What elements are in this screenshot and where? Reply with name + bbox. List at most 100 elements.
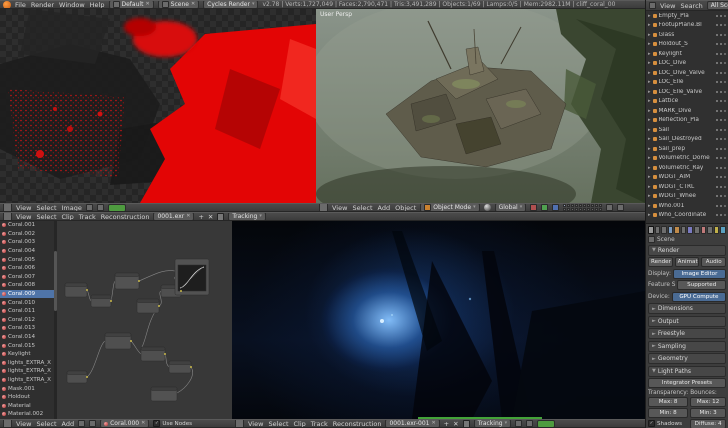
tab-texture-icon[interactable]: [707, 226, 713, 234]
tab-physics-icon[interactable]: [720, 226, 726, 234]
material-list-item[interactable]: Coral.009: [0, 290, 54, 299]
material-list-item[interactable]: Coral.013: [0, 324, 54, 333]
lock-icon[interactable]: [217, 213, 224, 221]
outliner-item[interactable]: ▸ Who.001: [646, 201, 728, 211]
image-browse-icon[interactable]: [97, 204, 104, 211]
menu-item[interactable]: Select: [36, 420, 56, 428]
visibility-toggles[interactable]: [716, 205, 718, 207]
visibility-toggles[interactable]: [716, 167, 718, 169]
manipulator-rotate-icon[interactable]: [541, 204, 548, 211]
shader-tree-icon[interactable]: [78, 420, 85, 427]
tab-particles-icon[interactable]: [714, 226, 720, 234]
outliner-item[interactable]: ▸ Reflection_Pla: [646, 116, 728, 126]
disclosure-triangle-icon[interactable]: ▸: [648, 174, 651, 180]
material-list-item[interactable]: lights_EXTRA_X: [0, 359, 54, 368]
render-slot-indicator[interactable]: [108, 204, 126, 212]
clip-mode-selector[interactable]: Tracking▾: [474, 419, 512, 428]
visibility-toggles[interactable]: [716, 110, 718, 112]
visibility-toggles[interactable]: [716, 34, 718, 36]
compositing-tree-icon[interactable]: [89, 420, 96, 427]
editor-type-icon[interactable]: [3, 212, 12, 221]
image-pin-icon[interactable]: [86, 204, 93, 211]
bounces-max-field[interactable]: Max: 12: [690, 397, 726, 407]
properties-section-header[interactable]: ► Freestyle: [648, 328, 726, 339]
disclosure-triangle-icon[interactable]: ▸: [648, 13, 651, 19]
material-list-item[interactable]: Coral.006: [0, 264, 54, 273]
editor-type-icon[interactable]: [3, 203, 12, 212]
editor-type-icon[interactable]: [3, 419, 12, 428]
outliner-item[interactable]: ▸ Sail: [646, 125, 728, 135]
material-list-item[interactable]: Coral.003: [0, 238, 54, 247]
transparency-max-field[interactable]: Max: 8: [648, 397, 688, 407]
disclosure-triangle-icon[interactable]: ▸: [648, 212, 651, 218]
material-list-item[interactable]: Coral.001: [0, 221, 54, 230]
manipulator-translate-icon[interactable]: [530, 204, 537, 211]
visibility-toggles[interactable]: [716, 81, 718, 83]
editor-type-icon[interactable]: [319, 203, 328, 212]
menu-item[interactable]: View: [16, 204, 31, 212]
visibility-toggles[interactable]: [716, 148, 718, 150]
orientation-selector[interactable]: Global▾: [495, 203, 527, 212]
visibility-toggles[interactable]: [716, 195, 718, 197]
properties-section-header[interactable]: ► Dimensions: [648, 303, 726, 314]
menu-item[interactable]: Object: [395, 204, 416, 212]
material-list-item[interactable]: Keylight: [0, 350, 54, 359]
material-list-item[interactable]: Mask.001: [0, 384, 54, 393]
visibility-toggles[interactable]: [716, 15, 718, 17]
material-list-item[interactable]: Material: [0, 401, 54, 410]
outliner-item[interactable]: ▸ Volumetric_Dome: [646, 154, 728, 164]
visibility-toggles[interactable]: [716, 62, 718, 64]
disclosure-triangle-icon[interactable]: ▸: [648, 79, 651, 85]
engine-selector[interactable]: Cycles Render▾: [203, 0, 258, 9]
outliner-item[interactable]: ▸ WDGT_CTRL: [646, 182, 728, 192]
disclosure-triangle-icon[interactable]: ▸: [648, 155, 651, 161]
shadows-checkbox[interactable]: ✓ Shadows: [648, 419, 688, 428]
scene-selector[interactable]: Scene✕: [158, 0, 200, 9]
render-camera-icon[interactable]: [617, 204, 624, 211]
material-list-item[interactable]: Coral.014: [0, 333, 54, 342]
outliner-item[interactable]: ▸ Holdout_S: [646, 40, 728, 50]
layout-selector[interactable]: Default✕: [109, 0, 154, 9]
clip-name-chip[interactable]: 0001.exr-001✕: [385, 419, 439, 428]
tab-data-icon[interactable]: [694, 226, 700, 234]
render-action-button[interactable]: Audio: [701, 257, 726, 267]
track-tool-icon[interactable]: [515, 420, 522, 427]
material-list-item[interactable]: lights_EXTRA_X: [0, 376, 54, 385]
add-clip-icon[interactable]: +: [444, 420, 449, 428]
menu-item[interactable]: Search: [680, 2, 702, 10]
menu-item[interactable]: View: [660, 2, 675, 10]
feature-set-select[interactable]: Supported: [677, 280, 726, 290]
shading-mode-icon[interactable]: [484, 204, 491, 211]
editor-type-icon[interactable]: [649, 2, 656, 9]
menu-item[interactable]: Select: [36, 204, 56, 212]
add-clip-icon[interactable]: +: [198, 213, 203, 221]
visibility-toggles[interactable]: [716, 119, 718, 121]
material-list-item[interactable]: Material.002: [0, 410, 54, 419]
properties-region[interactable]: Scene ▼Render RenderAnimationAudio Displ…: [645, 223, 728, 428]
node-editor-region[interactable]: Coral.001 Coral.002 Coral.003 Coral.004 …: [0, 221, 232, 419]
tab-render-layers-icon[interactable]: [655, 226, 661, 234]
active-material-selector[interactable]: Coral.000✕: [100, 419, 149, 428]
unlink-clip-icon[interactable]: ✕: [208, 213, 213, 221]
viewport-scene[interactable]: [316, 9, 645, 203]
menu-item[interactable]: Select: [268, 420, 288, 428]
outliner-item[interactable]: ▸ Glass: [646, 30, 728, 40]
transparency-min-field[interactable]: Min: 8: [648, 408, 688, 418]
properties-section-header[interactable]: ► Output: [648, 316, 726, 327]
marker-display-icon[interactable]: [526, 420, 533, 427]
visibility-toggles[interactable]: [716, 100, 718, 102]
visibility-toggles[interactable]: [716, 72, 718, 74]
outliner-item[interactable]: ▸ LOC_Elle_Valve: [646, 87, 728, 97]
menu-item[interactable]: Track: [79, 213, 96, 221]
disclosure-triangle-icon[interactable]: ▸: [648, 108, 651, 114]
manipulator-scale-icon[interactable]: [552, 204, 559, 211]
outliner-item[interactable]: ▸ LOC_Dive: [646, 59, 728, 69]
object-mode-selector[interactable]: Object Mode▾: [420, 203, 479, 212]
visibility-toggles[interactable]: [716, 53, 718, 55]
render-section-header[interactable]: ▼Render: [648, 245, 726, 256]
menu-item[interactable]: View: [332, 204, 347, 212]
bounces-min-field[interactable]: Min: 3: [690, 408, 726, 418]
disclosure-triangle-icon[interactable]: ▸: [648, 165, 651, 171]
disclosure-triangle-icon[interactable]: ▸: [648, 32, 651, 38]
visibility-toggles[interactable]: [716, 214, 718, 216]
